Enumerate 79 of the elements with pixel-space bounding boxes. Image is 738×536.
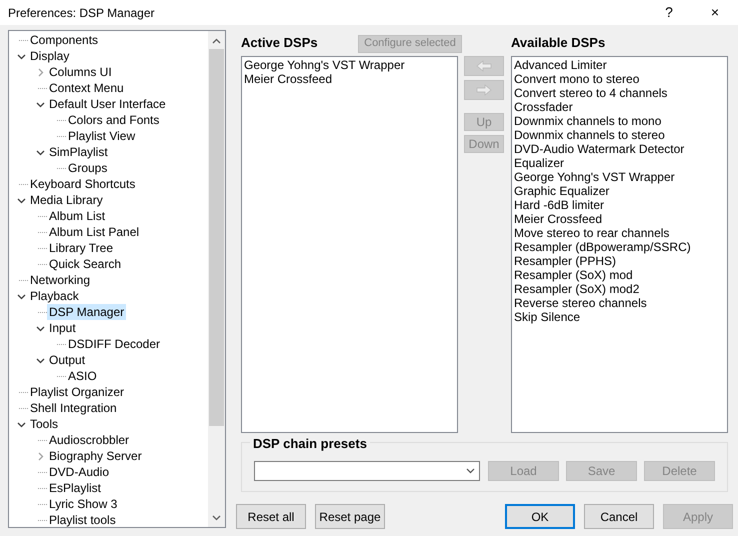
available-dsp-list[interactable] (511, 56, 728, 433)
tree-item[interactable]: Components (28, 32, 100, 48)
tree-item[interactable]: DSDIFF Decoder (66, 336, 162, 352)
list-item[interactable]: Hard -6dB limiter (514, 198, 725, 212)
expanded-caret-icon[interactable] (36, 356, 44, 364)
expanded-caret-icon[interactable] (36, 324, 44, 332)
window-title: Preferences: DSP Manager (8, 4, 156, 22)
list-item[interactable]: Skip Silence (514, 310, 725, 324)
expanded-caret-icon[interactable] (36, 100, 44, 108)
tree-item[interactable]: Quick Search (47, 256, 124, 272)
tree-item[interactable]: Keyboard Shortcuts (28, 176, 138, 192)
scroll-thumb[interactable] (209, 49, 224, 426)
list-item[interactable]: Downmix channels to mono (514, 114, 725, 128)
expanded-caret-icon[interactable] (16, 52, 26, 60)
tree-item[interactable]: SimPlaylist (47, 144, 110, 160)
list-item[interactable]: George Yohng's VST Wrapper (244, 58, 455, 72)
tree-item[interactable]: Playlist Organizer (28, 384, 126, 400)
tree-item[interactable]: Tools (28, 416, 60, 432)
tree-item[interactable]: Album List Panel (47, 224, 142, 240)
list-item[interactable]: Downmix channels to stereo (514, 128, 725, 142)
tree-item[interactable]: DVD-Audio (47, 464, 112, 480)
scroll-down-icon[interactable] (212, 515, 221, 521)
tree-item[interactable]: Playlist View (66, 128, 138, 144)
tree-item[interactable]: Playlist tools (47, 512, 118, 527)
tree-item[interactable]: Audioscrobbler (47, 432, 132, 448)
caret-icon (466, 468, 475, 474)
tree-item[interactable]: Shell Integration (28, 400, 119, 416)
dialog-button[interactable]: Reset all (236, 504, 306, 529)
tree-item[interactable]: Display (28, 48, 72, 64)
tree-item[interactable]: Playback (28, 288, 81, 304)
tree-item[interactable]: Networking (28, 272, 92, 288)
tree-item[interactable]: Output (47, 352, 88, 368)
active-dsp-list[interactable]: George Yohng's VST Wrapper Meier Crossfeed (241, 56, 458, 433)
dialog-button[interactable]: OK (505, 504, 575, 529)
expanded-caret-icon[interactable] (36, 148, 44, 156)
tree-item[interactable]: Columns UI (47, 64, 114, 80)
list-item[interactable]: Reverse stereo channels (514, 296, 725, 310)
list-item[interactable]: Resampler (SoX) mod2 (514, 282, 725, 296)
tree-item[interactable]: Media Library (28, 192, 105, 208)
list-item[interactable]: Equalizer (514, 156, 725, 170)
list-item[interactable]: Resampler (PPHS) (514, 254, 725, 268)
scrollbar[interactable] (208, 31, 225, 527)
list-item[interactable]: Graphic Equalizer (514, 184, 725, 198)
tree-item[interactable]: Context Menu (47, 80, 126, 96)
tree-item[interactable]: ASIO (66, 368, 99, 384)
tree-item[interactable]: Default User Interface (47, 96, 168, 112)
close-button[interactable]: × (692, 2, 738, 23)
list-item[interactable]: DVD-Audio Watermark Detector (514, 142, 725, 156)
tree-item[interactable]: Lyric Show 3 (47, 496, 120, 512)
tree-item[interactable]: Colors and Fonts (66, 112, 162, 128)
expanded-caret-icon[interactable] (16, 196, 26, 204)
tree-item[interactable]: Library Tree (47, 240, 116, 256)
help-button[interactable]: ? (646, 2, 692, 23)
list-item[interactable]: Resampler (SoX) mod (514, 268, 725, 282)
dialog-button[interactable]: Reset page (315, 504, 385, 529)
list-item[interactable]: Advanced Limiter (514, 58, 725, 72)
tree-item[interactable]: Groups (66, 160, 110, 176)
list-item[interactable]: Move stereo to rear channels (514, 226, 725, 240)
list-item[interactable]: Meier Crossfeed (244, 72, 455, 86)
section-heading: Active DSPs (241, 34, 318, 52)
list-item[interactable]: George Yohng's VST Wrapper (514, 170, 725, 184)
section-heading: Available DSPs (511, 34, 606, 52)
tree-item[interactable]: EsPlaylist (47, 480, 104, 496)
list-item[interactable]: Resampler (dBpoweramp/SSRC) (514, 240, 725, 254)
dialog-button[interactable]: Cancel (584, 504, 654, 529)
expanded-caret-icon[interactable] (16, 420, 26, 428)
tree-item[interactable]: Biography Server (47, 448, 144, 464)
tree-item[interactable]: Album List (47, 208, 108, 224)
list-item[interactable]: Meier Crossfeed (514, 212, 725, 226)
expanded-caret-icon[interactable] (16, 292, 26, 300)
scroll-up-icon[interactable] (212, 38, 221, 44)
list-item[interactable]: Convert mono to stereo (514, 72, 725, 86)
tree-item[interactable]: Input (47, 320, 78, 336)
tree-item[interactable]: DSP Manager (47, 304, 126, 320)
list-item[interactable]: Crossfader (514, 100, 725, 114)
right-arrow-icon (476, 84, 492, 96)
left-arrow-icon (476, 60, 492, 72)
list-item[interactable]: Convert stereo to 4 channels (514, 86, 725, 100)
preset-dropdown[interactable] (254, 461, 480, 481)
